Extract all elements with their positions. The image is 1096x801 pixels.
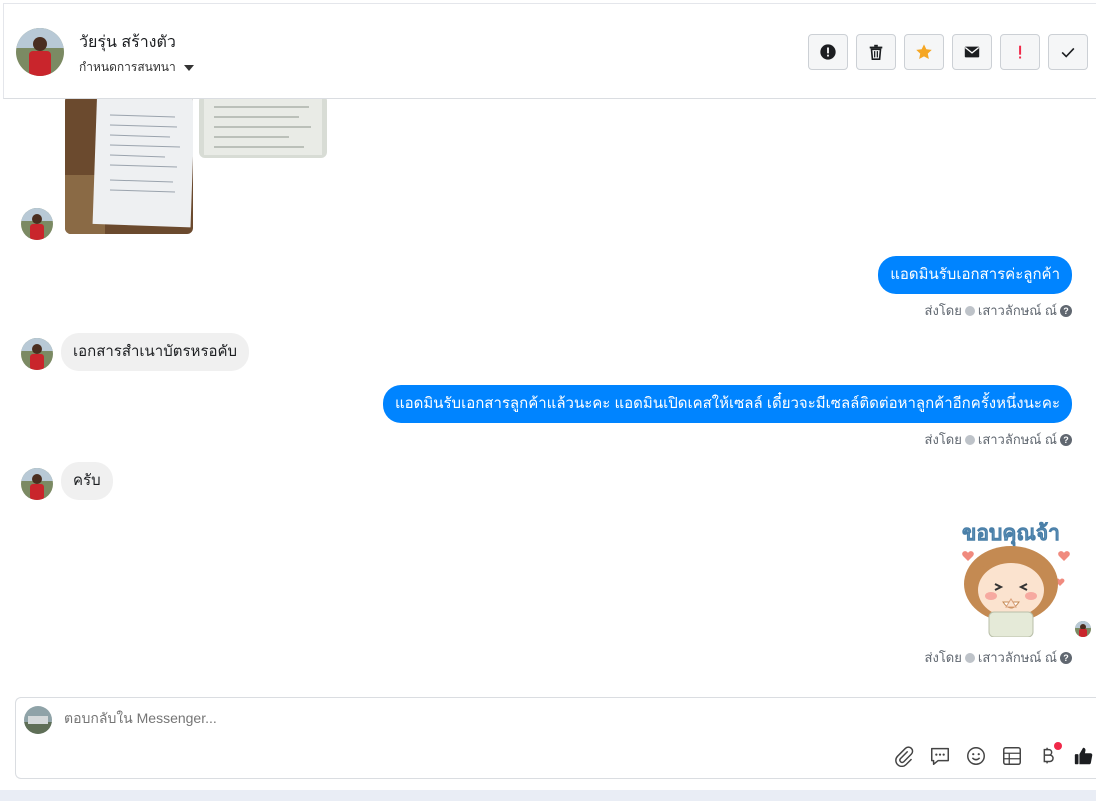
caret-down-icon: [183, 64, 194, 71]
help-icon[interactable]: ?: [1060, 433, 1072, 446]
saved-reply-button[interactable]: [928, 744, 952, 768]
assign-conversation-dropdown[interactable]: กำหนดการสนทนา: [79, 58, 194, 77]
reply-input[interactable]: [64, 710, 764, 726]
attach-button[interactable]: [892, 744, 916, 768]
star-button[interactable]: [904, 34, 944, 70]
attach-icon: [895, 746, 914, 767]
contact-avatar-small: [21, 208, 53, 240]
alert-circle-icon: [820, 44, 836, 60]
emoji-button[interactable]: [964, 744, 988, 768]
incoming-message[interactable]: ครับ: [61, 462, 113, 500]
sent-by-label: ส่งโดย เสาวลักษณ์ ณ์ ?: [925, 647, 1072, 668]
done-button[interactable]: [1048, 34, 1088, 70]
agent-name: เสาวลักษณ์ ณ์: [977, 650, 1057, 665]
verified-icon: [964, 434, 975, 445]
trash-icon: [869, 44, 883, 61]
reply-composer: [15, 697, 1096, 779]
mail-icon: [964, 46, 980, 58]
contact-avatar-small: [21, 468, 53, 500]
agent-name: เสาวลักษณ์ ณ์: [977, 303, 1057, 318]
help-icon[interactable]: ?: [1060, 304, 1072, 317]
verified-icon: [964, 652, 975, 663]
agent-name: เสาวลักษณ์ ณ์: [977, 432, 1057, 447]
sent-by-label: ส่งโดย เสาวลักษณ์ ณ์ ?: [925, 300, 1072, 321]
emoji-icon: [967, 747, 985, 765]
photo-attachment[interactable]: [199, 99, 327, 158]
sticker-text: ขอบคุณจ้า: [962, 521, 1060, 547]
form-icon: [1003, 747, 1021, 765]
contact-name[interactable]: วัยรุ่น สร้างตัว: [79, 30, 176, 55]
incoming-message[interactable]: เอกสารสำเนาบัตรหรอคับ: [61, 333, 250, 371]
delete-button[interactable]: [856, 34, 896, 70]
payment-button[interactable]: [1036, 742, 1062, 768]
notification-dot: [1054, 742, 1062, 750]
verified-icon: [964, 305, 975, 316]
mark-unread-button[interactable]: [952, 34, 992, 70]
composer-tools: [892, 742, 1096, 768]
photo-attachment[interactable]: [65, 99, 193, 234]
star-icon: [916, 44, 932, 60]
exclamation-icon: [1019, 45, 1022, 59]
bottom-bar: [0, 790, 1096, 801]
contact-avatar[interactable]: [16, 28, 64, 76]
message-thread[interactable]: แอดมินรับเอกสารค่ะลูกค้า ส่งโดย เสาวลักษ…: [3, 99, 1096, 689]
outgoing-message[interactable]: แอดมินรับเอกสารลูกค้าแล้วนะคะ แอดมินเปิด…: [382, 385, 1072, 423]
form-button[interactable]: [1000, 744, 1024, 768]
help-icon[interactable]: ?: [1060, 651, 1072, 664]
outgoing-message[interactable]: แอดมินรับเอกสารค่ะลูกค้า: [878, 256, 1072, 294]
spam-button[interactable]: [808, 34, 848, 70]
header-actions: [808, 34, 1088, 70]
follow-up-button[interactable]: [1000, 34, 1040, 70]
contact-avatar-small: [21, 338, 53, 370]
page-avatar: [24, 706, 52, 734]
assign-label: กำหนดการสนทนา: [79, 60, 176, 74]
seen-avatar: [1075, 621, 1091, 637]
sent-by-label: ส่งโดย เสาวลักษณ์ ณ์ ?: [925, 429, 1072, 450]
like-icon: [1074, 747, 1093, 765]
conversation-header: วัยรุ่น สร้างตัว กำหนดการสนทนา: [3, 3, 1096, 99]
saved-reply-icon: [931, 747, 949, 765]
thank-you-sticker[interactable]: ขอบคุณจ้า: [951, 512, 1071, 638]
check-icon: [1061, 47, 1075, 58]
like-button[interactable]: [1072, 744, 1096, 768]
